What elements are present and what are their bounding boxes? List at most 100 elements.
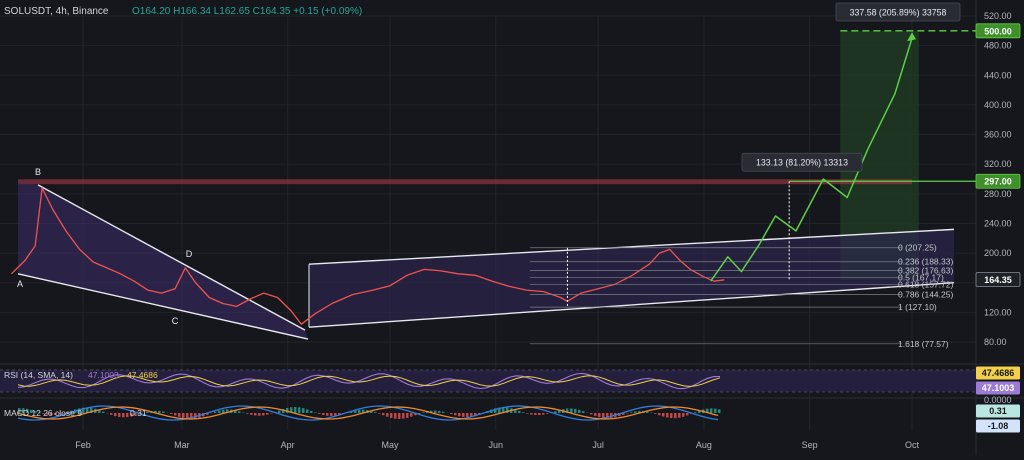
macd-histogram-bar [530, 413, 533, 415]
macd-histogram-bar [266, 413, 269, 415]
macd-histogram-bar [630, 412, 633, 413]
macd-price-tag-label: -1.08 [988, 421, 1009, 431]
macd-histogram-bar [602, 413, 605, 418]
y-tick-label: 120.00 [984, 307, 1012, 317]
macd-histogram-bar [578, 410, 581, 413]
y-tick-label: 240.00 [984, 218, 1012, 228]
macd-histogram-bar [454, 413, 457, 415]
ohlc-readout: O164.20 H166.34 L162.65 C164.35 +0.15 (+… [132, 6, 362, 17]
macd-histogram-bar [314, 412, 317, 413]
macd-histogram-bar [238, 411, 241, 413]
rsi-ma-value: 47.4686 [127, 370, 158, 380]
macd-histogram-bar [654, 413, 657, 414]
y-tick-label: 320.00 [984, 159, 1012, 169]
measurement-label: 133.13 (81.20%) 13313 [756, 158, 848, 168]
macd-histogram-bar [182, 413, 185, 418]
macd-histogram-bar [546, 413, 549, 414]
macd-histogram-bar [114, 413, 117, 416]
y-tick-label: 480.00 [984, 41, 1012, 51]
macd-histogram-bar [390, 413, 393, 418]
x-tick-label: Apr [281, 440, 295, 450]
macd-histogram-bar [102, 412, 105, 413]
macd-histogram-bar [658, 413, 661, 415]
macd-histogram-bar [278, 411, 281, 413]
price-chart[interactable]: ABCD 0 (207.25)0.236 (188.33)0.382 (176.… [0, 0, 1024, 455]
macd-value: 0.31 [130, 408, 147, 418]
macd-histogram-bar [554, 411, 557, 413]
macd-histogram-bar [330, 413, 333, 416]
macd-histogram-bar [518, 411, 521, 413]
macd-histogram-bar [542, 413, 545, 415]
macd-histogram-bar [686, 413, 689, 415]
macd-histogram-bar [538, 413, 541, 415]
macd-histogram-bar [174, 413, 177, 415]
macd-histogram-bar [458, 413, 461, 416]
rsi-legend: RSI (14, SMA, 14) [4, 370, 73, 380]
macd-histogram-bar [422, 412, 425, 413]
fib-level-label: 1 (127.10) [898, 302, 937, 312]
macd-histogram-bar [118, 413, 121, 417]
macd-histogram-bar [718, 409, 721, 413]
macd-histogram-bar [666, 413, 669, 418]
y-tick-label: 520.00 [984, 11, 1012, 21]
macd-histogram-bar [306, 409, 309, 413]
chart-canvas[interactable]: ABCD 0 (207.25)0.236 (188.33)0.382 (176.… [0, 0, 1024, 455]
fib-level-label: 1.618 (77.57) [898, 339, 949, 349]
macd-histogram-bar [322, 413, 325, 415]
macd-histogram-bar [394, 413, 397, 419]
price-tag-label: 297.00 [984, 177, 1012, 187]
macd-histogram-bar [258, 413, 261, 416]
symbol-title: SOLUSDT, 4h, Binance [4, 6, 109, 17]
y-tick-label: 80.00 [984, 337, 1007, 347]
macd-histogram-bar [442, 412, 445, 413]
macd-histogram-bar [522, 412, 525, 413]
macd-histogram-bar [262, 413, 265, 415]
rsi-value: 47.1003 [88, 370, 119, 380]
macd-histogram-bar [710, 408, 713, 413]
macd-histogram-bar [326, 413, 329, 416]
macd-histogram-bar [254, 413, 257, 415]
fib-level-label: 0 (207.25) [898, 243, 937, 253]
wedge-label-d: D [186, 249, 193, 259]
y-tick-label: 200.00 [984, 248, 1012, 258]
macd-histogram-bar [382, 413, 385, 415]
macd-histogram-bar [462, 413, 465, 417]
macd-histogram-bar [438, 411, 441, 413]
x-tick-label: Oct [905, 440, 920, 450]
macd-histogram-bar [598, 413, 601, 417]
wedge-label-c: C [172, 316, 179, 326]
macd-histogram-bar [582, 411, 585, 413]
y-tick-label: 440.00 [984, 70, 1012, 80]
macd-histogram-bar [670, 413, 673, 418]
wedge-label-b: B [35, 167, 41, 177]
macd-histogram-bar [590, 413, 593, 414]
price-tag-label: 500.00 [984, 26, 1012, 36]
macd-histogram-bar [410, 413, 413, 417]
y-tick-label: 400.00 [984, 100, 1012, 110]
x-tick-label: Sep [802, 440, 818, 450]
macd-histogram-bar [246, 413, 249, 414]
macd-histogram-bar [358, 410, 361, 413]
x-tick-label: Aug [696, 440, 712, 450]
rsi-price-tag-label: 47.4686 [982, 368, 1015, 378]
y-tick-label: 280.00 [984, 189, 1012, 199]
macd-histogram-bar [678, 413, 681, 418]
macd-histogram-bar [694, 412, 697, 413]
macd-histogram-bar [250, 413, 253, 415]
macd-histogram-bar [450, 413, 453, 414]
y-tick-label: 360.00 [984, 130, 1012, 140]
macd-histogram-bar [218, 410, 221, 413]
macd-histogram-bar [526, 413, 529, 414]
macd-histogram-bar [158, 411, 161, 413]
rsi-tick-label: 0.0000 [984, 395, 1012, 405]
price-tag-label: 164.35 [984, 275, 1012, 285]
macd-histogram-bar [222, 410, 225, 413]
macd-histogram-bar [122, 413, 125, 417]
macd-histogram-bar [178, 413, 181, 417]
x-tick-label: Mar [174, 440, 190, 450]
macd-price-tag-label: 0.31 [989, 406, 1007, 416]
x-tick-label: Jul [592, 440, 604, 450]
wedge-label-a: A [17, 279, 23, 289]
macd-histogram-bar [302, 408, 305, 413]
macd-histogram-bar [466, 413, 469, 417]
